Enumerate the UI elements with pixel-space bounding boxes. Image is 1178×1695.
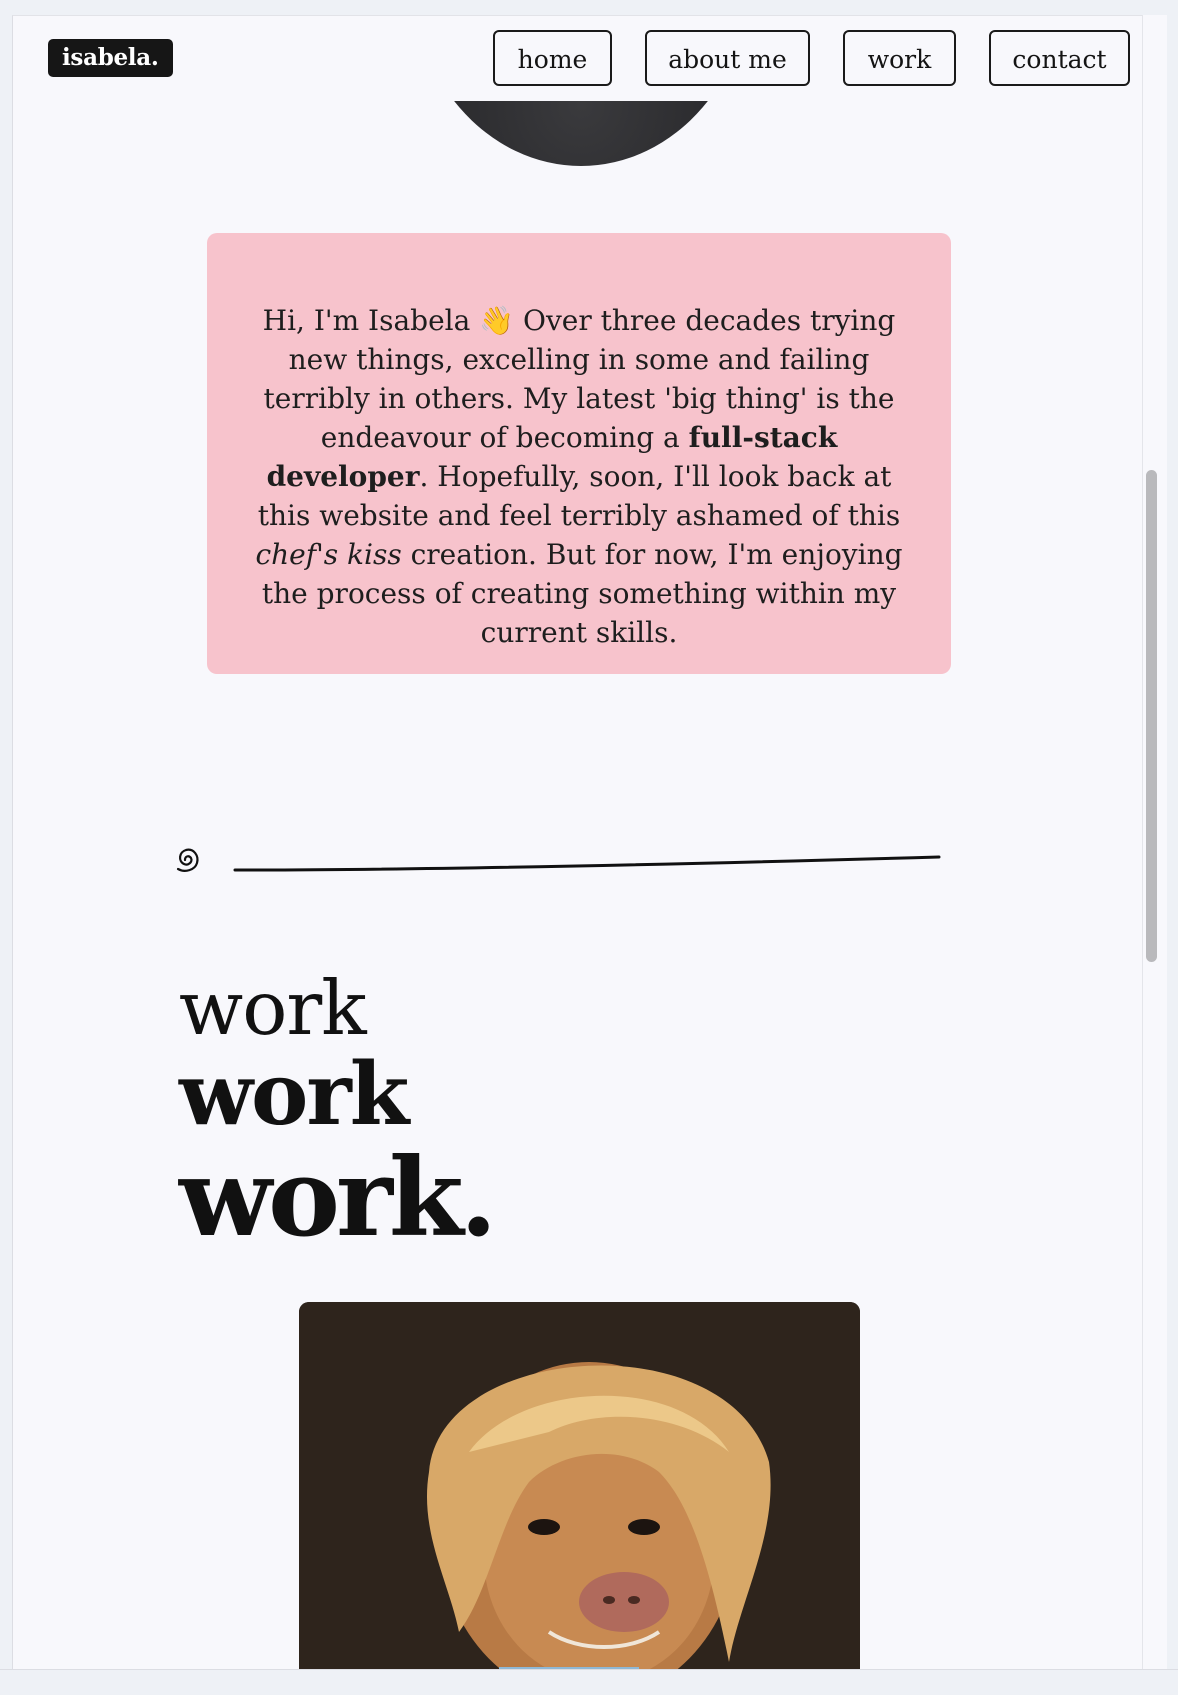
- window-bottom-edge: [0, 1669, 1178, 1695]
- logo[interactable]: isabela.: [48, 39, 173, 77]
- nav-contact-button[interactable]: contact: [989, 30, 1130, 86]
- nav-about-button[interactable]: about me: [645, 30, 810, 86]
- work-heading-line-2: work: [179, 1044, 409, 1145]
- work-heading-line-3: work.: [179, 1135, 497, 1261]
- dog-illustration: [299, 1302, 860, 1670]
- intro-card: Hi, I'm Isabela 👋 Over three decades try…: [207, 233, 951, 674]
- wave-icon: 👋: [479, 304, 515, 337]
- intro-italic: chef's kiss: [255, 538, 402, 571]
- intro-greeting: Hi, I'm Isabela: [262, 304, 471, 337]
- project-image[interactable]: [299, 1302, 860, 1670]
- page: isabela. home about me work contact Hi, …: [12, 15, 1144, 1670]
- work-heading: work work work.: [179, 964, 497, 1261]
- section-divider: [176, 848, 941, 872]
- work-heading-line-1: work: [179, 964, 367, 1052]
- nav-work-button[interactable]: work: [843, 30, 956, 86]
- divider-line: [233, 855, 941, 872]
- nav-home-button[interactable]: home: [493, 30, 612, 86]
- spiral-icon: [176, 848, 199, 872]
- scrollbar-thumb[interactable]: [1146, 470, 1157, 962]
